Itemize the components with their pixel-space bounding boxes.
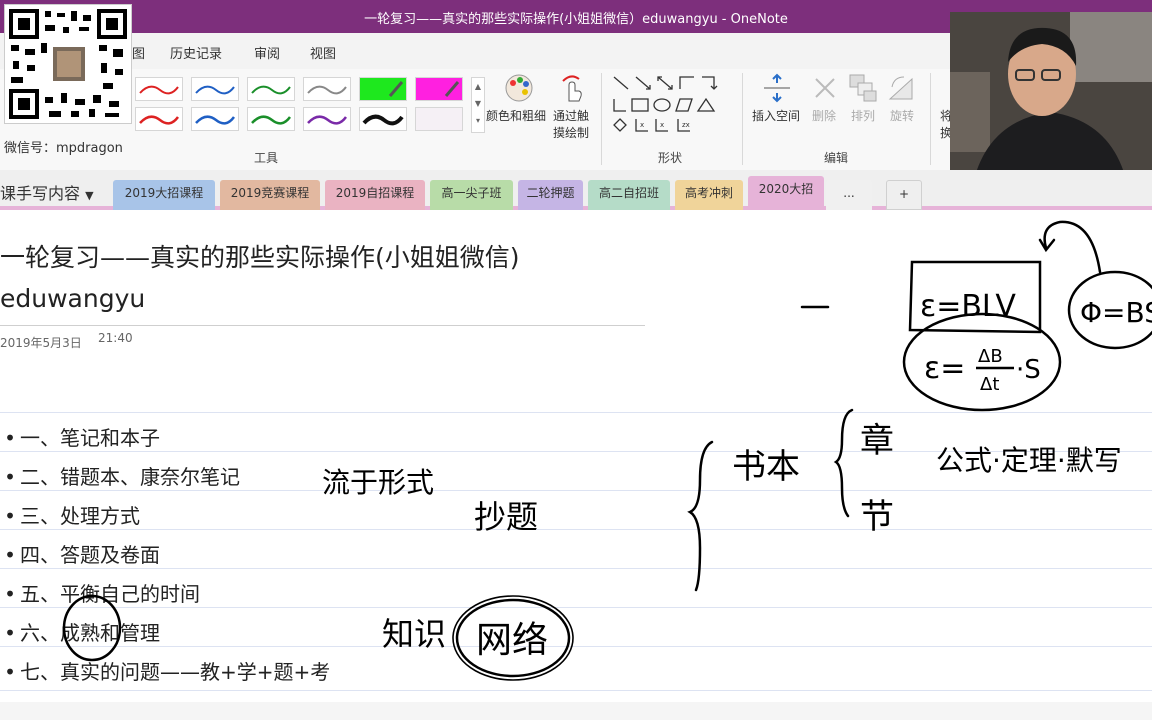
tab-history[interactable]: 历史记录 <box>170 43 222 62</box>
svg-text:zx: zx <box>682 121 690 129</box>
highlighter-green[interactable] <box>359 77 407 101</box>
shapes-gallery[interactable]: x x zx <box>610 73 732 139</box>
rule-line <box>0 607 1152 608</box>
section-tab-gaoer[interactable]: 高二自招班 <box>588 180 670 210</box>
pen-green-thin[interactable] <box>247 77 295 101</box>
section-tab-2019-dazhao[interactable]: 2019大招课程 <box>113 180 215 210</box>
pen-purple-thick[interactable] <box>303 107 351 131</box>
list-item[interactable]: • 七、真实的问题——教+学+题+考 <box>0 656 330 685</box>
list-item[interactable]: • 六、成熟和管理 <box>0 617 160 646</box>
list-item[interactable]: • 二、错题本、康奈尔笔记 <box>0 461 240 490</box>
section-tab-erlun[interactable]: 二轮押题 <box>518 180 583 210</box>
group-label-edit: 编辑 <box>824 151 849 165</box>
highlighter-magenta[interactable] <box>415 77 463 101</box>
pen-black-brush[interactable] <box>359 107 407 131</box>
svg-text:x: x <box>660 121 664 129</box>
color-palette-icon[interactable] <box>503 73 535 107</box>
pen-red-thin[interactable] <box>135 77 183 101</box>
section-tab-2019-zizhao[interactable]: 2019自招课程 <box>325 180 425 210</box>
insert-space-label[interactable]: 插入空间 <box>752 107 800 124</box>
arrange-icon[interactable] <box>848 73 878 107</box>
wechat-id-label: 微信号：mpdragon <box>4 141 123 156</box>
tab-draw[interactable]: 图 <box>132 43 145 62</box>
page-title[interactable]: 一轮复习——真实的那些实际操作(小姐姐微信) <box>0 238 520 274</box>
pen-green-thick[interactable] <box>247 107 295 131</box>
list-item[interactable]: • 三、处理方式 <box>0 500 140 529</box>
ribbon-separator <box>742 73 743 165</box>
chevron-down-icon: ▼ <box>85 189 94 202</box>
tab-review[interactable]: 审阅 <box>254 43 280 62</box>
notebook-name[interactable]: 课手写内容 ▼ <box>0 180 94 204</box>
list-item[interactable]: • 四、答题及卷面 <box>0 539 160 568</box>
rule-line <box>0 451 1152 452</box>
section-tab-bar: 课手写内容 ▼ 2019大招课程 2019竞赛课程 2019自招课程 高一尖子班… <box>0 170 1152 210</box>
rule-line <box>0 646 1152 647</box>
section-tab-2019-jingsai[interactable]: 2019竞赛课程 <box>220 180 320 210</box>
rule-line <box>0 490 1152 491</box>
rule-line <box>0 568 1152 569</box>
section-tab-gaoyi[interactable]: 高一尖子班 <box>430 180 513 210</box>
color-width-label[interactable]: 颜色和粗细 <box>486 107 546 124</box>
svg-text:x: x <box>640 121 644 129</box>
rule-line <box>0 690 1152 691</box>
page-author[interactable]: eduwangyu <box>0 284 145 313</box>
group-label-shapes: 形状 <box>658 151 683 165</box>
horizontal-scrollbar[interactable] <box>0 702 1152 720</box>
pen-red-thick[interactable] <box>135 107 183 131</box>
list-item[interactable]: • 一、笔记和本子 <box>0 422 160 451</box>
list-item[interactable]: • 五、平衡自己的时间 <box>0 578 200 607</box>
section-tab-gaokao[interactable]: 高考冲刺 <box>675 180 743 210</box>
touch-draw-label-1[interactable]: 通过触 <box>553 107 589 124</box>
delete-icon[interactable] <box>812 75 838 105</box>
pen-gray-thin[interactable] <box>303 77 351 101</box>
title-underline <box>0 325 645 326</box>
section-tab-more[interactable]: ... <box>826 180 872 210</box>
qr-code-image <box>4 4 132 124</box>
pen-empty-slot[interactable] <box>415 107 463 131</box>
page-date: 2019年5月3日 <box>0 336 82 350</box>
add-section-button[interactable]: + <box>886 180 922 210</box>
delete-label[interactable]: 删除 <box>812 107 836 124</box>
rotate-icon[interactable] <box>886 73 916 107</box>
group-label-tools: 工具 <box>254 151 279 165</box>
touch-draw-icon[interactable] <box>557 73 585 107</box>
rotate-label[interactable]: 旋转 <box>890 107 914 124</box>
rule-line <box>0 412 1152 413</box>
pen-blue-thin[interactable] <box>191 77 239 101</box>
rule-line <box>0 529 1152 530</box>
pen-blue-thick[interactable] <box>191 107 239 131</box>
note-page: 一轮复习——真实的那些实际操作(小姐姐微信) eduwangyu 2019年5月… <box>0 210 1152 720</box>
page-time: 21:40 <box>98 331 133 345</box>
arrange-label[interactable]: 排列 <box>851 107 875 124</box>
touch-draw-label-2[interactable]: 摸绘制 <box>553 124 589 141</box>
tab-view[interactable]: 视图 <box>310 43 336 62</box>
ribbon-separator <box>930 73 931 165</box>
insert-space-icon[interactable] <box>762 73 792 107</box>
pen-gallery-scroll[interactable]: ▲ ▼ ▾ <box>471 77 485 133</box>
ribbon-separator <box>601 73 602 165</box>
section-tab-2020-active[interactable]: 2020大招 <box>748 176 824 206</box>
